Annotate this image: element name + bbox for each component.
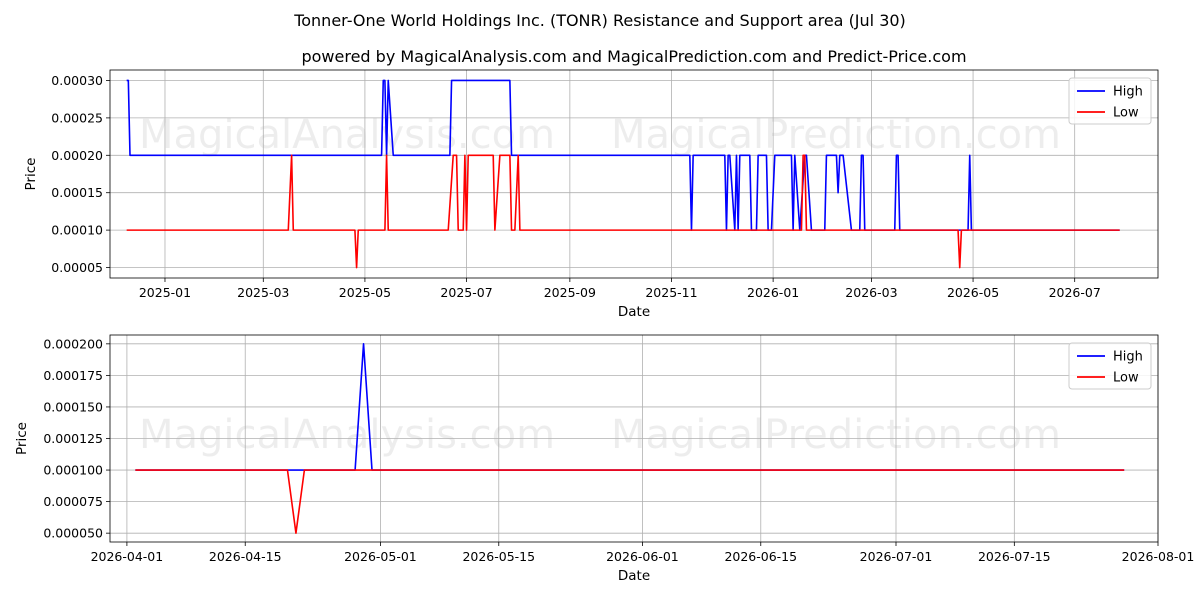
x-tick-label: 2026-07-15 <box>978 549 1051 564</box>
x-tick-label: 2025-05 <box>339 285 391 300</box>
x-tick-label: 2026-06-15 <box>724 549 797 564</box>
y-axis-label: Price <box>14 422 30 455</box>
watermark: MagicalPrediction.com <box>611 112 1061 158</box>
y-tick-label: 0.000075 <box>43 494 103 509</box>
figure: Tonner-One World Holdings Inc. (TONR) Re… <box>14 11 1195 584</box>
legend-label-low: Low <box>1113 106 1139 121</box>
y-tick-label: 0.000200 <box>43 336 103 351</box>
y-tick-label: 0.00015 <box>51 185 103 200</box>
figure-title: Tonner-One World Holdings Inc. (TONR) Re… <box>293 11 906 30</box>
x-tick-label: 2025-07 <box>440 285 492 300</box>
x-axis-label: Date <box>618 568 650 584</box>
chart-subtitle: powered by MagicalAnalysis.com and Magic… <box>301 47 966 66</box>
watermark: MagicalAnalysis.com <box>139 412 555 458</box>
y-tick-label: 0.000175 <box>43 368 103 383</box>
legend-label-high: High <box>1113 85 1143 100</box>
y-tick-label: 0.000100 <box>43 463 103 478</box>
x-tick-label: 2026-05-01 <box>344 549 417 564</box>
x-axis-label: Date <box>618 304 650 320</box>
y-tick-label: 0.00010 <box>51 223 103 238</box>
watermark: MagicalPrediction.com <box>611 412 1061 458</box>
y-tick-label: 0.000150 <box>43 399 103 414</box>
plot-frame <box>109 69 1159 279</box>
x-tick-label: 2026-08-01 <box>1122 549 1195 564</box>
y-tick-label: 0.00020 <box>51 148 103 163</box>
x-tick-label: 2026-04-15 <box>209 549 282 564</box>
x-tick-label: 2026-07 <box>1049 285 1101 300</box>
legend-label-low: Low <box>1113 371 1139 386</box>
x-tick-label: 2025-11 <box>645 285 697 300</box>
x-tick-label: 2026-04-01 <box>91 549 164 564</box>
y-tick-label: 0.00025 <box>51 110 103 125</box>
y-tick-label: 0.00030 <box>51 73 103 88</box>
chart-panel-2: MagicalAnalysis.com MagicalPrediction.com… <box>14 334 1195 584</box>
legend: High Low <box>1068 342 1152 390</box>
chart-panel-1: MagicalAnalysis.com MagicalPrediction.com… <box>23 47 1159 320</box>
x-tick-label: 2026-07-01 <box>860 549 933 564</box>
y-tick-label: 0.000050 <box>43 526 103 541</box>
watermark: MagicalAnalysis.com <box>139 112 555 158</box>
y-tick-label: 0.00005 <box>51 260 103 275</box>
x-tick-label: 2025-09 <box>544 285 596 300</box>
x-tick-label: 2025-01 <box>139 285 191 300</box>
legend: High Low <box>1068 77 1152 125</box>
legend-label-high: High <box>1113 350 1143 365</box>
x-tick-label: 2026-01 <box>747 285 799 300</box>
y-tick-label: 0.000125 <box>43 431 103 446</box>
x-tick-label: 2026-05-15 <box>462 549 535 564</box>
x-tick-label: 2025-03 <box>237 285 289 300</box>
x-tick-label: 2026-06-01 <box>606 549 679 564</box>
x-tick-label: 2026-05 <box>947 285 999 300</box>
y-axis-label: Price <box>23 158 39 191</box>
x-tick-label: 2026-03 <box>845 285 897 300</box>
